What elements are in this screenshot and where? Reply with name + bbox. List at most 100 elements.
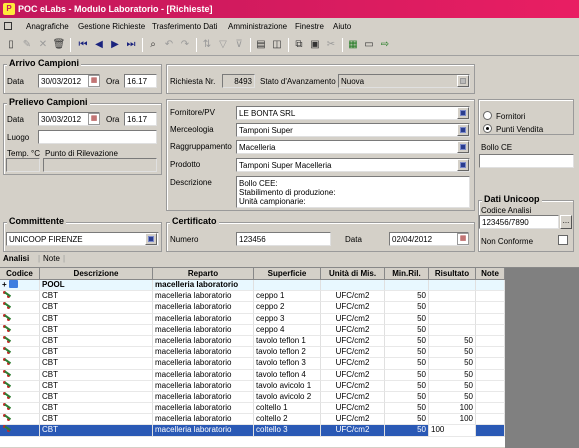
table-row[interactable]: CBT macelleria laboratorio coltello 3 UFC/c…: [0, 425, 505, 437]
grid-cell[interactable]: macelleria laboratorio: [153, 335, 254, 348]
menu-anagrafiche[interactable]: Anagrafiche: [26, 22, 69, 31]
grid-cell[interactable]: 50: [429, 380, 476, 392]
grid-cell[interactable]: tavolo teflon 3: [254, 358, 321, 370]
grid-cell[interactable]: [0, 369, 40, 381]
grid-cell[interactable]: 50: [385, 403, 429, 415]
col-descrizione[interactable]: Descrizione: [40, 268, 153, 280]
grid-cell[interactable]: CBT: [40, 358, 153, 370]
grid-cell[interactable]: [0, 358, 40, 370]
grid-cell[interactable]: 50: [429, 358, 476, 370]
grid-cell[interactable]: UFC/cm2: [321, 380, 385, 392]
grid-cell[interactable]: CBT: [40, 347, 153, 359]
table-row[interactable]: CBT macelleria laboratorio ceppo 1 UFC/cm2 5…: [0, 291, 505, 303]
grid-cell[interactable]: UFC/cm2: [321, 358, 385, 370]
grid-cell[interactable]: macelleria laboratorio: [153, 291, 254, 303]
grid-cell[interactable]: [0, 324, 40, 336]
grid-cell[interactable]: 50: [385, 324, 429, 336]
grid-cell[interactable]: CBT: [40, 324, 153, 336]
delete-icon[interactable]: 🗑: [52, 38, 66, 52]
table-row[interactable]: CBT macelleria laboratorio tavolo teflon 1…: [0, 335, 505, 348]
grid-cell[interactable]: 50: [385, 414, 429, 426]
grid-cell[interactable]: [0, 380, 40, 392]
grid-cell[interactable]: 50: [385, 291, 429, 303]
grid-cell[interactable]: macelleria laboratorio: [153, 425, 254, 437]
grid-cell[interactable]: [476, 291, 505, 303]
grid-cell[interactable]: 50: [385, 391, 429, 404]
grid-cell[interactable]: [429, 291, 476, 303]
grid-cell[interactable]: [0, 313, 40, 325]
grid-cell[interactable]: [0, 302, 40, 314]
grid-cell[interactable]: [476, 369, 505, 381]
grid-cell[interactable]: CBT: [40, 335, 153, 348]
paste-icon[interactable]: ▣: [308, 38, 322, 52]
grid-cell[interactable]: macelleria laboratorio: [153, 369, 254, 381]
grid-cell[interactable]: CBT: [40, 313, 153, 325]
grid-cell[interactable]: 100: [429, 403, 476, 415]
menu-trasferimento-dati[interactable]: Trasferimento Dati: [152, 22, 218, 31]
grid-cell[interactable]: [429, 324, 476, 336]
binoculars-icon[interactable]: ⌕: [146, 38, 160, 52]
grid-cell[interactable]: CBT: [40, 425, 153, 437]
table-row[interactable]: CBT macelleria laboratorio tavolo avicolo …: [0, 391, 505, 404]
radio-punti-vendita[interactable]: [483, 124, 492, 133]
menu-amministrazione[interactable]: Amministrazione: [228, 22, 287, 31]
nonconf-checkbox[interactable]: [558, 235, 568, 245]
raggruppamento-dropdown[interactable]: [457, 141, 469, 153]
table-row[interactable]: CBT macelleria laboratorio ceppo 4 UFC/cm2 5…: [0, 324, 505, 336]
col-minril[interactable]: Min.Ril.: [385, 268, 429, 280]
grid-cell[interactable]: macelleria laboratorio: [153, 313, 254, 325]
grid-cell[interactable]: [0, 414, 40, 426]
col-unita[interactable]: Unità di Mis.: [321, 268, 385, 280]
calendar-icon[interactable]: ▦: [88, 113, 100, 125]
remove-filter-icon[interactable]: ⊽: [232, 38, 246, 52]
grid-cell[interactable]: [476, 414, 505, 426]
col-superficie[interactable]: Superficie: [254, 268, 321, 280]
grid-cell[interactable]: UFC/cm2: [321, 425, 385, 437]
merceologia-field[interactable]: Tamponi Super: [236, 123, 470, 137]
grid-cell[interactable]: UFC/cm2: [321, 291, 385, 303]
menu-aiuto[interactable]: Aiuto: [333, 22, 351, 31]
grid-cell[interactable]: CBT: [40, 291, 153, 303]
stato-dropdown[interactable]: [457, 75, 469, 87]
grid-cell[interactable]: CBT: [40, 391, 153, 404]
grid-cell[interactable]: tavolo teflon 2: [254, 347, 321, 359]
grid-cell[interactable]: coltello 2: [254, 414, 321, 426]
grid-cell[interactable]: CBT: [40, 380, 153, 392]
grid-cell[interactable]: [0, 391, 40, 404]
raggruppamento-field[interactable]: Macelleria: [236, 140, 470, 154]
grid-cell[interactable]: CBT: [40, 403, 153, 415]
grid-cell[interactable]: UFC/cm2: [321, 302, 385, 314]
grid-cell[interactable]: [476, 335, 505, 348]
grid-cell[interactable]: [429, 313, 476, 325]
grid-cell[interactable]: 50: [429, 347, 476, 359]
table-row[interactable]: CBT macelleria laboratorio tavolo teflon 4…: [0, 369, 505, 381]
grid-cell[interactable]: macelleria laboratorio: [153, 302, 254, 314]
grid-cell[interactable]: tavolo teflon 4: [254, 369, 321, 381]
grid-cell[interactable]: UFC/cm2: [321, 369, 385, 381]
window-menu-icon[interactable]: [4, 22, 12, 31]
find-prev-icon[interactable]: ↶: [162, 38, 176, 52]
grid-cell[interactable]: 50: [385, 313, 429, 325]
col-note[interactable]: Note: [476, 268, 505, 280]
fornitore-field[interactable]: LE BONTA SRL: [236, 106, 470, 120]
committente-field[interactable]: UNICOOP FIRENZE: [6, 232, 159, 246]
grid-cell[interactable]: [476, 425, 505, 437]
table-row[interactable]: CBT macelleria laboratorio tavolo avicolo …: [0, 380, 505, 392]
table-row[interactable]: CBT macelleria laboratorio tavolo teflon 2…: [0, 347, 505, 359]
grid-cell[interactable]: [0, 291, 40, 303]
expand-icon[interactable]: +: [2, 280, 7, 289]
grid-cell[interactable]: CBT: [40, 414, 153, 426]
cancel-icon[interactable]: ✕: [36, 38, 50, 52]
grid-cell[interactable]: [476, 302, 505, 314]
sort-icon[interactable]: ⇅: [200, 38, 214, 52]
table-row[interactable]: CBT macelleria laboratorio coltello 2 UFC/c…: [0, 414, 505, 426]
prodotto-field[interactable]: Tamponi Super Macelleria: [236, 158, 470, 172]
grid-cell[interactable]: ceppo 1: [254, 291, 321, 303]
grid-cell[interactable]: tavolo teflon 1: [254, 335, 321, 348]
grid-cell[interactable]: 50: [385, 302, 429, 314]
merceologia-dropdown[interactable]: [457, 124, 469, 136]
grid-cell[interactable]: [0, 347, 40, 359]
grid-cell[interactable]: macelleria laboratorio: [153, 358, 254, 370]
grid-cell[interactable]: ceppo 4: [254, 324, 321, 336]
grid-cell[interactable]: 50: [385, 425, 429, 437]
